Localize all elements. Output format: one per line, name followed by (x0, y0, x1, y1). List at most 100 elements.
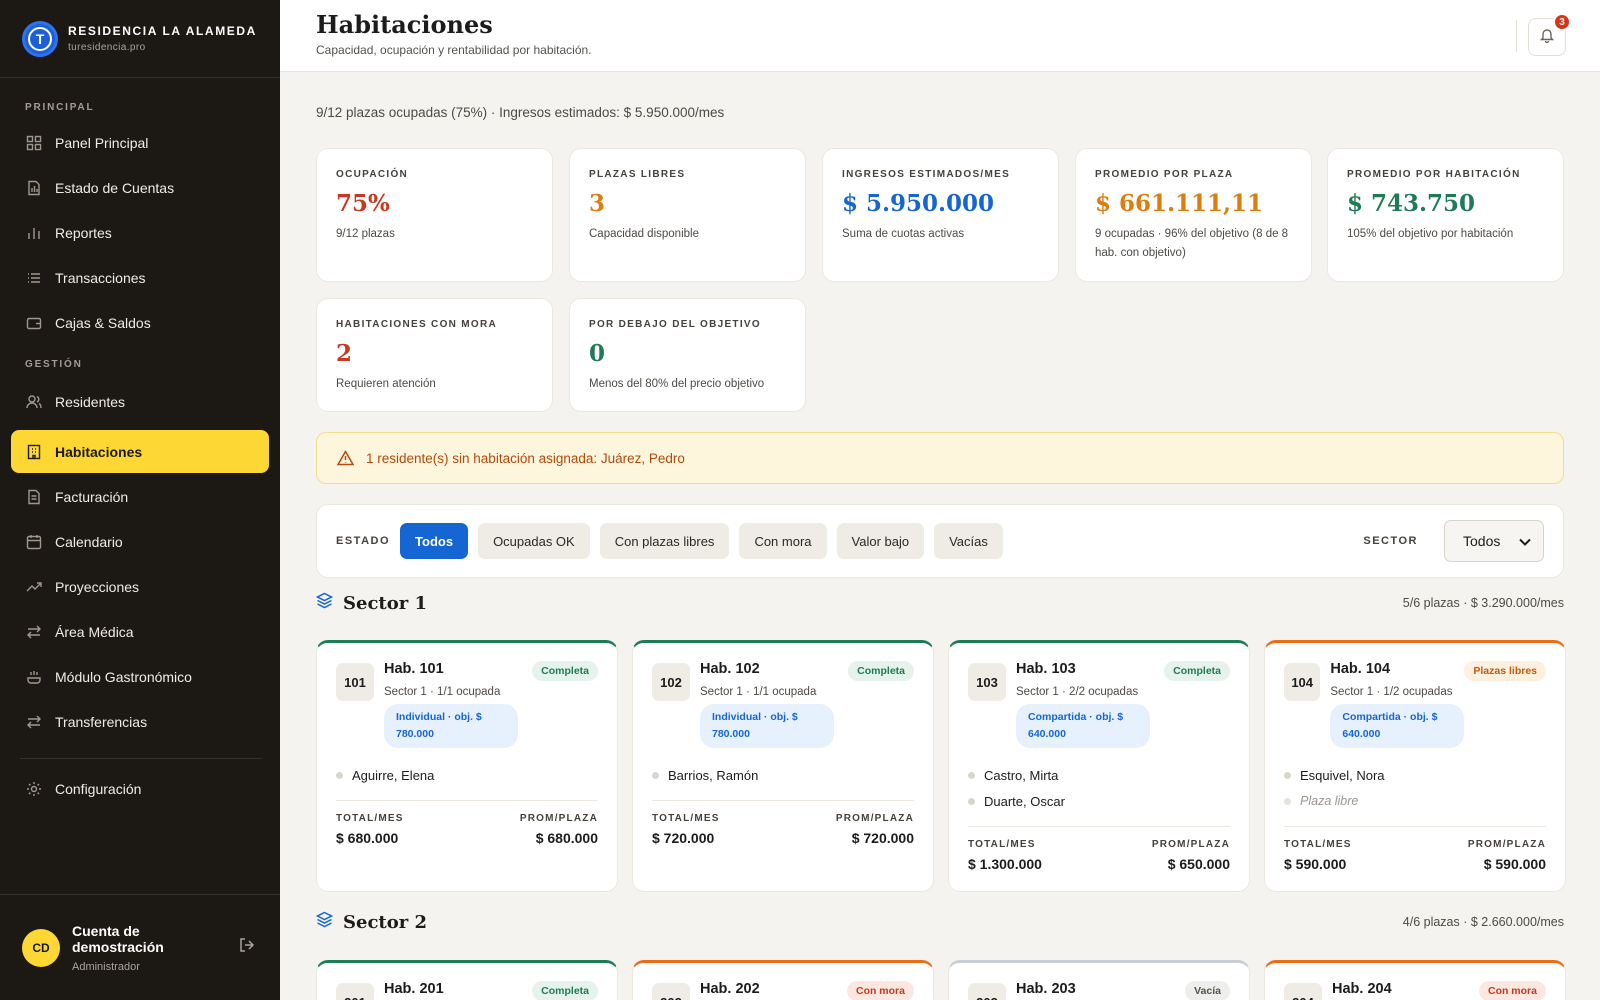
avg-label: PROM/PLAZA (1151, 839, 1230, 850)
dashboard-icon (25, 134, 43, 152)
avg-label: PROM/PLAZA (519, 813, 598, 824)
room-occupancy: Sector 1 · 1/2 ocupadas (1330, 686, 1453, 698)
room-card-101[interactable]: 101 Hab. 101 Sector 1 · 1/1 ocupada Indi… (316, 640, 618, 892)
unassigned-residents-alert: 1 residente(s) sin habitación asignada: … (316, 432, 1564, 484)
sector-meta: 5/6 plazas · $ 3.290.000/mes (1402, 596, 1564, 610)
sidebar-item-area-medica[interactable]: Área Médica (11, 610, 269, 653)
room-number: 104 (1284, 663, 1321, 701)
sidebar-item-cajas-saldos[interactable]: Cajas & Saldos (11, 301, 269, 344)
kpi-value: $ 661.111,11 (1095, 190, 1264, 217)
sidebar-item-reportes[interactable]: Reportes (11, 211, 269, 254)
kpi-description: Requieren atención (336, 378, 436, 390)
kpi-label: PROMEDIO POR PLAZA (1095, 169, 1234, 180)
free-slot-item[interactable]: Plaza libre (1284, 788, 1546, 814)
filter-chip-valor-bajo[interactable]: Valor bajo (836, 523, 925, 559)
sector-select[interactable]: Todos (1444, 520, 1544, 562)
room-type-badge: Compartida · obj. $ 640.000 (1330, 704, 1465, 748)
kpi-value: $ 743.750 (1347, 190, 1476, 217)
filter-chip-todos[interactable]: Todos (400, 523, 469, 559)
user-account: CD Cuenta de demostración Administrador (0, 894, 280, 1000)
notifications-button[interactable]: 3 (1528, 13, 1571, 56)
sector-filter-label: SECTOR (1363, 535, 1418, 547)
resident-item[interactable]: Castro, Mirta (968, 762, 1230, 788)
filter-chip-con-mora[interactable]: Con mora (739, 523, 827, 559)
kpi-value: 75% (336, 190, 390, 217)
layers-icon (315, 911, 334, 933)
filter-chip-vacias[interactable]: Vacías (934, 523, 1003, 559)
room-card-204[interactable]: 204 Hab. 204 Con mora (1264, 960, 1566, 1000)
room-card-102[interactable]: 102 Hab. 102 Sector 1 · 1/1 ocupada Indi… (632, 640, 934, 892)
sidebar-item-residentes[interactable]: Residentes (11, 380, 269, 423)
total-value: $ 590.000 (1284, 856, 1347, 872)
status-badge: Plazas libres (1464, 661, 1546, 681)
avg-value: $ 590.000 (1483, 856, 1546, 872)
room-card-203[interactable]: 203 Hab. 203 Vacía (948, 960, 1250, 1000)
sidebar-item-label: Proyecciones (55, 578, 140, 595)
kpi-card-plazas-libres: PLAZAS LIBRES 3 Capacidad disponible (569, 148, 806, 282)
filter-chip-con-plazas-libres[interactable]: Con plazas libres (599, 523, 730, 559)
resident-item[interactable]: Aguirre, Elena (336, 762, 598, 788)
room-name: Hab. 202 (700, 981, 760, 997)
estado-filter-label: ESTADO (336, 535, 391, 547)
sidebar-item-configuracion[interactable]: Configuración (11, 767, 269, 810)
resident-item[interactable]: Duarte, Oscar (968, 788, 1230, 814)
filter-chip-ocupadas-ok[interactable]: Ocupadas OK (478, 523, 590, 559)
sidebar-item-transacciones[interactable]: Transacciones (11, 256, 269, 299)
kpi-label: INGRESOS ESTIMADOS/MES (842, 169, 1011, 180)
kpi-description: 105% del objetivo por habitación (1347, 228, 1514, 240)
nav-section-gestion: GESTIÓN (25, 359, 83, 370)
room-card-201[interactable]: 201 Hab. 201 Completa (316, 960, 618, 1000)
sidebar-item-label: Configuración (55, 780, 142, 797)
sidebar-item-transferencias[interactable]: Transferencias (11, 700, 269, 743)
filter-bar: ESTADO Todos Ocupadas OK Con plazas libr… (316, 504, 1564, 578)
sidebar-item-facturacion[interactable]: Facturación (11, 475, 269, 518)
arrows-icon (25, 623, 43, 641)
sidebar-item-proyecciones[interactable]: Proyecciones (11, 565, 269, 608)
wallet-icon (25, 314, 43, 332)
room-name: Hab. 204 (1332, 981, 1392, 997)
sidebar-item-label: Transacciones (55, 269, 146, 286)
total-value: $ 1.300.000 (968, 856, 1042, 872)
resident-item[interactable]: Esquivel, Nora (1284, 762, 1546, 788)
kpi-label: PLAZAS LIBRES (589, 169, 686, 180)
kpi-description: 9/12 plazas (336, 228, 395, 240)
kpi-description: 9 ocupadas · 96% del objetivo (8 de 8 ha… (1095, 228, 1289, 259)
sidebar-item-label: Cajas & Saldos (55, 314, 151, 331)
room-name: Hab. 102 (700, 661, 760, 677)
sidebar-item-label: Facturación (55, 488, 129, 505)
kpi-label: HABITACIONES CON MORA (336, 319, 498, 330)
resident-item[interactable]: Barrios, Ramón (652, 762, 914, 788)
sector-header: Sector 1 5/6 plazas · $ 3.290.000/mes (315, 591, 1564, 615)
trend-icon (25, 578, 43, 596)
avatar[interactable]: CD (22, 928, 60, 967)
room-card-103[interactable]: 103 Hab. 103 Sector 1 · 2/2 ocupadas Com… (948, 640, 1250, 892)
sidebar-item-panel-principal[interactable]: Panel Principal (11, 121, 269, 164)
brand[interactable]: T RESIDENCIA LA ALAMEDA turesidencia.pro (0, 0, 280, 78)
sidebar: T RESIDENCIA LA ALAMEDA turesidencia.pro… (0, 0, 280, 1000)
occupancy-summary: 9/12 plazas ocupadas (75%) · Ingresos es… (316, 105, 725, 120)
sector-header: Sector 2 4/6 plazas · $ 2.660.000/mes (315, 910, 1564, 934)
room-number: 204 (1284, 983, 1322, 1000)
layers-icon (315, 592, 334, 614)
sidebar-item-estado-de-cuentas[interactable]: Estado de Cuentas (11, 166, 269, 209)
notification-count-badge: 3 (1553, 13, 1571, 31)
sidebar-item-modulo-gastronomico[interactable]: Módulo Gastronómico (11, 655, 269, 698)
calendar-icon (25, 533, 43, 551)
kpi-label: POR DEBAJO DEL OBJETIVO (589, 319, 761, 330)
brand-subtitle: turesidencia.pro (68, 42, 146, 53)
room-type-badge: Compartida · obj. $ 640.000 (1016, 704, 1150, 748)
chevron-down-icon (1519, 533, 1531, 549)
room-number: 203 (968, 983, 1006, 1000)
room-card-202[interactable]: 202 Hab. 202 Con mora (632, 960, 934, 1000)
status-badge: Completa (532, 661, 598, 681)
food-icon (25, 668, 43, 686)
sidebar-item-habitaciones[interactable]: Habitaciones (11, 430, 269, 473)
logout-icon[interactable] (238, 936, 256, 959)
sidebar-divider (20, 758, 262, 759)
total-value: $ 720.000 (652, 830, 715, 846)
bar-chart-icon (25, 224, 43, 242)
kpi-description: Capacidad disponible (589, 228, 699, 240)
sidebar-item-calendario[interactable]: Calendario (11, 520, 269, 563)
room-card-104[interactable]: 104 Hab. 104 Sector 1 · 1/2 ocupadas Com… (1264, 640, 1566, 892)
room-number: 201 (336, 983, 374, 1000)
